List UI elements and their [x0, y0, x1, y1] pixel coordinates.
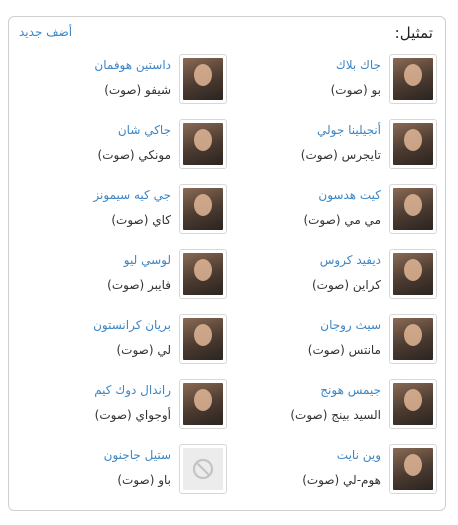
cast-member-card: جاك بلاك بو (صوت) [227, 54, 437, 110]
cast-member-card: ديفيد كروس كراين (صوت) [227, 249, 437, 305]
cast-photo[interactable] [389, 314, 437, 364]
cast-photo[interactable] [179, 444, 227, 494]
actor-photo [183, 253, 223, 295]
cast-role-text: كاي (صوت) [111, 213, 171, 227]
cast-name-link[interactable]: كيت هدسون [318, 188, 381, 202]
cast-role-text: أوجواي (صوت) [94, 408, 171, 422]
cast-member-card: داستين هوفمان شيفو (صوت) [17, 54, 227, 110]
cast-member-card: ستيل جاجنون باو (صوت) [17, 444, 227, 500]
cast-member-card: جي كيه سيمونز كاي (صوت) [17, 184, 227, 240]
cast-role-text: باو (صوت) [117, 473, 171, 487]
cast-member-card: جاكي شان مونكي (صوت) [17, 119, 227, 175]
cast-role-text: هوم-لي (صوت) [302, 473, 381, 487]
cast-name-link[interactable]: جاك بلاك [336, 58, 381, 72]
actor-photo [393, 253, 433, 295]
cast-role-text: مي مي (صوت) [303, 213, 381, 227]
cast-name-link[interactable]: جيمس هونج [320, 383, 381, 397]
section-title: تمثيل: [394, 24, 433, 42]
cast-name-link[interactable]: راندال دوك كيم [94, 383, 171, 397]
cast-role-text: لي (صوت) [116, 343, 171, 357]
actor-photo [183, 123, 223, 165]
cast-photo[interactable] [179, 119, 227, 169]
actor-photo [183, 383, 223, 425]
cast-role-text: مونكي (صوت) [97, 148, 171, 162]
cast-name-link[interactable]: ستيل جاجنون [104, 448, 171, 462]
cast-name-link[interactable]: لوسي ليو [124, 253, 171, 267]
cast-role-text: السيد بينج (صوت) [290, 408, 381, 422]
cast-name-link[interactable]: داستين هوفمان [94, 58, 171, 72]
cast-role-text: مانتس (صوت) [307, 343, 381, 357]
cast-name-link[interactable]: ديفيد كروس [320, 253, 381, 267]
cast-photo[interactable] [179, 379, 227, 429]
cast-photo[interactable] [389, 119, 437, 169]
cast-member-card: راندال دوك كيم أوجواي (صوت) [17, 379, 227, 435]
cast-role-text: فايبر (صوت) [107, 278, 171, 292]
cast-member-card: كيت هدسون مي مي (صوت) [227, 184, 437, 240]
actor-photo [183, 188, 223, 230]
cast-role-text: بو (صوت) [330, 83, 381, 97]
cast-member-card: سيث روجان مانتس (صوت) [227, 314, 437, 370]
add-new-link[interactable]: أضف جديد [19, 25, 72, 39]
cast-name-link[interactable]: جي كيه سيمونز [93, 188, 171, 202]
actor-photo [393, 318, 433, 360]
actor-photo [183, 58, 223, 100]
cast-photo[interactable] [389, 54, 437, 104]
cast-photo[interactable] [179, 249, 227, 299]
cast-member-card: لوسي ليو فايبر (صوت) [17, 249, 227, 305]
actor-photo [393, 58, 433, 100]
actor-photo [393, 123, 433, 165]
cast-name-link[interactable]: بريان كرانستون [93, 318, 171, 332]
actor-photo [393, 448, 433, 490]
cast-panel: تمثيل: أضف جديد جاك بلاك بو (صوت) داستين ه… [8, 16, 446, 511]
cast-photo[interactable] [389, 184, 437, 234]
cast-photo[interactable] [389, 249, 437, 299]
actor-photo [183, 318, 223, 360]
cast-member-card: بريان كرانستون لي (صوت) [17, 314, 227, 370]
cast-role-text: كراين (صوت) [311, 278, 381, 292]
actor-photo [393, 188, 433, 230]
actor-photo [393, 383, 433, 425]
cast-member-card: أنجيلينا جولي تايجرس (صوت) [227, 119, 437, 175]
cast-role-text: شيفو (صوت) [104, 83, 171, 97]
cast-member-card: وين نايت هوم-لي (صوت) [227, 444, 437, 500]
cast-name-link[interactable]: سيث روجان [320, 318, 381, 332]
cast-photo[interactable] [389, 379, 437, 429]
cast-name-link[interactable]: أنجيلينا جولي [317, 123, 381, 137]
no-image-icon [183, 448, 223, 490]
cast-photo[interactable] [179, 314, 227, 364]
cast-name-link[interactable]: جاكي شان [118, 123, 171, 137]
cast-member-card: جيمس هونج السيد بينج (صوت) [227, 379, 437, 435]
cast-photo[interactable] [179, 54, 227, 104]
cast-role-text: تايجرس (صوت) [300, 148, 381, 162]
cast-photo[interactable] [179, 184, 227, 234]
cast-photo[interactable] [389, 444, 437, 494]
cast-name-link[interactable]: وين نايت [337, 448, 381, 462]
